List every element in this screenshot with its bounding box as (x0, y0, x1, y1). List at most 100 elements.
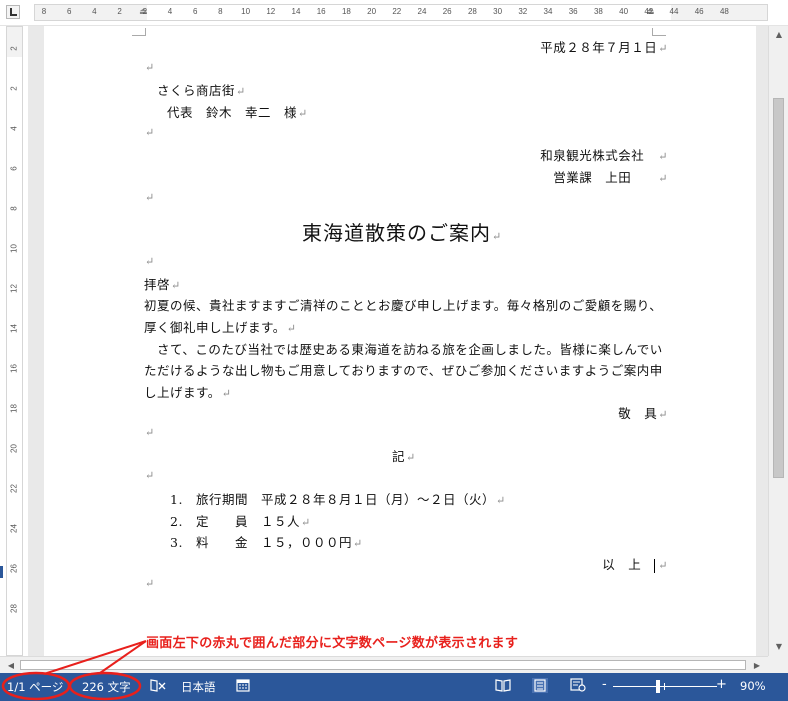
ruler-tick-label: 8 (9, 206, 19, 211)
body-line[interactable]: ただけるような出し物もご用意しておりますので、ぜひご参加くださいますようご案内申 (144, 360, 663, 379)
scroll-left-arrow-icon[interactable]: ◀ (4, 659, 18, 672)
crop-mark (652, 28, 666, 36)
scroll-up-arrow-icon[interactable]: ▲ (772, 28, 786, 42)
zoom-slider-track[interactable] (613, 686, 717, 687)
ruler-tick-label: 36 (568, 7, 578, 16)
horizontal-scrollbar[interactable]: ◀ ▶ (0, 656, 768, 673)
end-line[interactable]: 以 上 ↵ (602, 554, 668, 573)
ruler-tick-label: 14 (9, 324, 19, 333)
ruler-tick-label: 38 (593, 7, 603, 16)
ruler-tick-label: 40 (619, 7, 629, 16)
scroll-corner (768, 656, 788, 673)
ruler-tick-label: 26 (9, 564, 19, 573)
ruler-tick-label: 14 (291, 7, 301, 16)
body-line[interactable]: さて、このたび当社では歴史ある東海道を訪ねる旅を企画しました。皆様に楽しんでい (144, 339, 663, 358)
ruler-tick-label: 2 (9, 86, 19, 91)
zoom-out-button[interactable]: - (602, 677, 607, 692)
sender-company[interactable]: 和泉観光株式会社 ↵ (540, 145, 668, 164)
ruler-tick-label: 2 (117, 7, 122, 16)
ruler-tick-label: 16 (9, 364, 19, 373)
crop-mark (132, 28, 146, 36)
ruler-tick-label: 6 (66, 7, 72, 16)
empty-paragraph[interactable]: ↵ (144, 59, 155, 74)
body-line[interactable]: 初夏の候、貴社ますますご清祥のこととお慶び申し上げます。毎々格別のご愛顧を賜り、 (144, 295, 662, 314)
document-canvas: 平成２８年７月１日↵ ↵ さくら商店街↵ 代表 鈴木 幸二 様↵ ↵ 和泉観光株… (28, 26, 768, 656)
list-item[interactable]: 2. 定 員 １５人↵ (170, 511, 311, 530)
ruler-tick-label: 20 (9, 444, 19, 453)
document-page[interactable]: 平成２８年７月１日↵ ↵ さくら商店街↵ 代表 鈴木 幸二 様↵ ↵ 和泉観光株… (44, 26, 756, 656)
ruler-tick-label: 28 (467, 7, 477, 16)
web-layout-icon[interactable] (570, 678, 586, 696)
closing-line[interactable]: 敬 具↵ (618, 403, 668, 422)
sender-dept[interactable]: 営業課 上田 ↵ (553, 167, 668, 186)
ruler-tick-label: 12 (9, 284, 19, 293)
zoom-level[interactable]: 90% (740, 679, 766, 693)
page-count-indicator[interactable]: 1/1 ページ (7, 679, 63, 695)
zoom-slider-center-mark (664, 683, 665, 690)
ruler-tick-label: 18 (341, 7, 351, 16)
ruler-tick-label: 12 (266, 7, 276, 16)
empty-paragraph[interactable]: ↵ (144, 424, 155, 439)
word-count-indicator[interactable]: 226 文字 (82, 679, 131, 695)
macro-recording-icon[interactable] (236, 678, 250, 696)
ruler-tick-label: 20 (367, 7, 377, 16)
ruler-tick-label: 18 (9, 404, 19, 413)
ruler-tick-label: 34 (543, 7, 553, 16)
status-bar: 1/1 ページ 226 文字 日本語 - + 90% (0, 673, 788, 701)
ruler-tick-label: 8 (41, 7, 47, 16)
ruler-tick-label: 6 (192, 7, 198, 16)
ruler-tick-label: 4 (92, 7, 97, 16)
document-title[interactable]: 東海道散策のご案内↵ (302, 217, 502, 246)
language-indicator[interactable]: 日本語 (181, 679, 216, 695)
body-line[interactable]: し上げます。↵ (144, 382, 231, 401)
ruler-tick-label: 10 (9, 244, 19, 253)
vertical-scrollbar[interactable]: ▲ ▼ (768, 26, 788, 656)
print-layout-icon[interactable] (532, 678, 548, 697)
list-item[interactable]: 1. 旅行期間 平成２８年８月１日（月）～２日（火）↵ (170, 489, 506, 508)
scroll-right-arrow-icon[interactable]: ▶ (750, 659, 764, 672)
ruler-tick-label: 48 (719, 7, 729, 16)
scroll-down-arrow-icon[interactable]: ▼ (772, 640, 786, 654)
date-line[interactable]: 平成２８年７月１日↵ (540, 37, 668, 56)
empty-paragraph[interactable]: ↵ (144, 189, 155, 204)
ruler-tick-label: 22 (9, 484, 19, 493)
ruler-tick-label: 46 (694, 7, 704, 16)
body-line[interactable]: 厚く御礼申し上げます。↵ (144, 317, 296, 336)
ruler-tick-label: 30 (493, 7, 503, 16)
window-edge-marker (0, 566, 3, 578)
ruler-tick-label: 6 (9, 166, 19, 171)
empty-paragraph[interactable]: ↵ (144, 253, 155, 268)
ruler-tick-label: 16 (316, 7, 326, 16)
ruler-text-area (147, 5, 671, 20)
ruler-tick-label: 2 (142, 7, 148, 16)
vertical-scroll-thumb[interactable] (773, 98, 784, 478)
ruler-tick-label: 2 (9, 46, 19, 51)
zoom-slider-thumb[interactable] (656, 680, 660, 693)
empty-paragraph[interactable]: ↵ (144, 124, 155, 139)
annotation-callout-text: 画面左下の赤丸で囲んだ部分に文字数ページ数が表示されます (146, 636, 519, 651)
ruler-tick-label: 42 (644, 7, 654, 16)
ruler-tick-label: 24 (9, 524, 19, 533)
ruler-tick-label: 44 (669, 7, 679, 16)
ruler-tick-label: 22 (392, 7, 402, 16)
tab-selector-button[interactable] (6, 5, 20, 19)
horizontal-scroll-thumb[interactable] (20, 660, 746, 670)
ki-line[interactable]: 記↵ (392, 446, 416, 465)
read-mode-icon[interactable] (495, 678, 511, 696)
ruler-tick-label: 10 (241, 7, 251, 16)
ruler-tick-label: 24 (417, 7, 427, 16)
list-item[interactable]: 3. 料 金 １５，０００円↵ (170, 532, 363, 551)
ruler-tick-label: 32 (518, 7, 528, 16)
zoom-in-button[interactable]: + (716, 677, 727, 692)
ruler-tick-label: 4 (9, 126, 19, 131)
recipient-name[interactable]: 代表 鈴木 幸二 様↵ (167, 102, 308, 121)
proofing-book-icon[interactable] (150, 678, 166, 696)
ruler-tick-label: 4 (167, 7, 173, 16)
recipient-company[interactable]: さくら商店街↵ (157, 80, 246, 99)
text-cursor (654, 558, 656, 573)
ruler-tick-label: 26 (442, 7, 452, 16)
salutation[interactable]: 拝啓↵ (144, 274, 181, 293)
empty-paragraph[interactable]: ↵ (144, 575, 155, 590)
ruler-tick-label: 28 (9, 604, 19, 613)
empty-paragraph[interactable]: ↵ (144, 467, 155, 482)
